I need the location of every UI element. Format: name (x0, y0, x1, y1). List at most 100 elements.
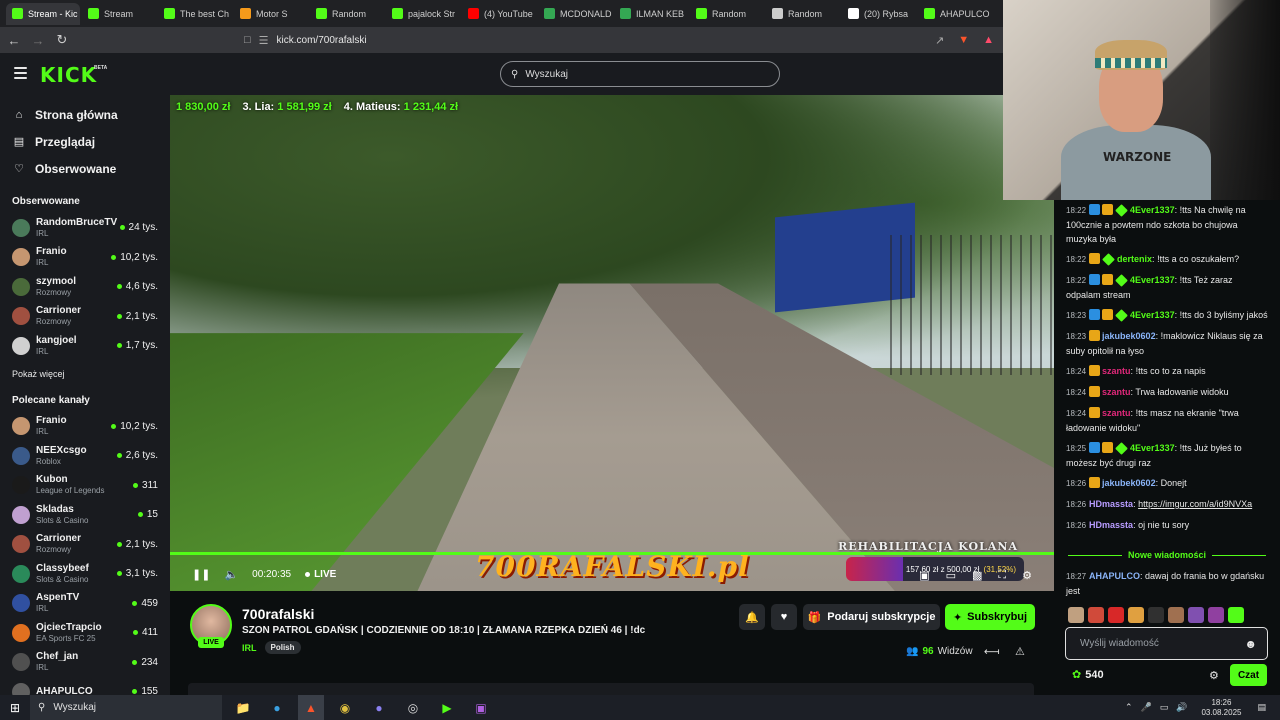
chat-username[interactable]: szantu (1102, 408, 1131, 418)
browser-tab[interactable]: (4) YouTube (462, 3, 536, 25)
tray-expand-icon[interactable]: ⌃ (1125, 702, 1133, 713)
browser-tab[interactable]: (20) Rybsa (842, 3, 916, 25)
crown-badge-icon[interactable] (1102, 309, 1114, 320)
sidebar-channel[interactable]: Franio IRL 10,2 tys. (0, 243, 170, 273)
pause-icon[interactable]: ❚❚ (192, 568, 210, 581)
chat-username[interactable]: 4Ever1337 (1130, 205, 1175, 215)
nav-browse[interactable]: ▤ Przeglądaj (0, 128, 170, 155)
browser-tab[interactable]: Random (310, 3, 384, 25)
site-info-icon[interactable]: ☰ (259, 34, 269, 47)
menu-icon[interactable] (14, 67, 27, 79)
sidebar-channel[interactable]: Kubon League of Legends 311 (0, 471, 170, 501)
microphone-icon[interactable]: 🎤 (1140, 702, 1151, 713)
sidebar-channel[interactable]: NEEXcsgo Roblox 2,6 tys. (0, 441, 170, 471)
gift-subs-button[interactable]: 🎁 Podaruj subskrypcje (803, 604, 940, 630)
edge-icon[interactable]: ● (264, 695, 290, 720)
chat-username[interactable]: szantu (1102, 387, 1131, 397)
show-more-link[interactable]: Pokaż więcej (0, 361, 170, 381)
system-clock[interactable]: 18:26 03.08.2025 (1201, 698, 1241, 718)
chat-username[interactable]: 4Ever1337 (1130, 275, 1175, 285)
notifications-icon[interactable]: ▤ (1257, 702, 1266, 713)
sidebar-channel[interactable]: Carrioner Rozmowy 2,1 tys. (0, 302, 170, 332)
crown-badge-icon[interactable] (1089, 477, 1101, 488)
reload-icon[interactable]: ↻ (52, 30, 72, 50)
chat-username[interactable]: HDmassta (1089, 499, 1133, 509)
back-icon[interactable]: ← (4, 30, 24, 50)
browser-tab[interactable]: MCDONALD (538, 3, 612, 25)
live-progress-bar[interactable] (170, 552, 1054, 555)
streaming-app-icon[interactable]: ▣ (468, 695, 494, 720)
emote-icon[interactable] (1088, 607, 1104, 623)
obs-icon[interactable]: ◎ (400, 695, 426, 720)
network-icon[interactable]: ▭ (1160, 702, 1169, 713)
pip-icon[interactable]: ▩ (972, 569, 982, 582)
chat-settings-icon[interactable]: ⚙ (1209, 669, 1219, 682)
emote-icon[interactable] (1208, 607, 1224, 623)
kick-app-icon[interactable]: ▶ (434, 695, 460, 720)
theater-icon[interactable]: ▭ (946, 569, 956, 582)
emote-icon[interactable] (1168, 607, 1184, 623)
sidebar-channel[interactable]: szymool Rozmowy 4,6 tys. (0, 272, 170, 302)
sidebar-channel[interactable]: AspenTV IRL 459 (0, 589, 170, 619)
chat-username[interactable]: AHAPULCO (1089, 571, 1140, 581)
verified-badge-icon[interactable] (1089, 442, 1101, 453)
subscribe-button[interactable]: ✦ Subskrybuj (945, 604, 1035, 630)
emoji-icon[interactable]: ☻ (1244, 637, 1257, 651)
sidebar-channel[interactable]: AHAPULCO 155 (0, 677, 170, 695)
sidebar-channel[interactable]: kangjoel IRL 1,7 tys. (0, 331, 170, 361)
discord-icon[interactable]: ● (366, 695, 392, 720)
browser-tab[interactable]: The best Ch (158, 3, 232, 25)
file-explorer-icon[interactable]: 📁 (230, 695, 256, 720)
follow-button[interactable]: ♥ (771, 604, 797, 630)
emote-icon[interactable] (1228, 607, 1244, 623)
chat-link[interactable]: https://imgur.com/a/id9NVXa (1138, 499, 1252, 509)
brave-shield-icon[interactable]: ▼ (958, 34, 969, 47)
crown-badge-icon[interactable] (1089, 253, 1101, 264)
emote-icon[interactable] (1108, 607, 1124, 623)
clip-icon[interactable]: ▣ (919, 569, 929, 582)
share-page-icon[interactable]: ↗ (935, 34, 944, 47)
forward-icon[interactable]: → (28, 30, 48, 50)
browser-tab[interactable]: Random (766, 3, 840, 25)
browser-tab[interactable]: Stream (82, 3, 156, 25)
emote-icon[interactable] (1148, 607, 1164, 623)
report-icon[interactable]: ⚠ (1015, 645, 1025, 658)
chat-username[interactable]: szantu (1102, 366, 1131, 376)
volume-icon[interactable]: 🔈 (224, 568, 238, 581)
kick-logo[interactable]: KICK (40, 63, 97, 87)
emote-icon[interactable] (1128, 607, 1144, 623)
chat-send-button[interactable]: Czat (1230, 664, 1267, 686)
chat-username[interactable]: 4Ever1337 (1130, 310, 1175, 320)
chat-username[interactable]: dertenix (1117, 254, 1152, 264)
chat-username[interactable]: jakubek0602 (1102, 331, 1156, 341)
nav-following[interactable]: ♡ Obserwowane (0, 155, 170, 182)
verified-badge-icon[interactable] (1089, 309, 1101, 320)
verified-badge-icon[interactable] (1089, 274, 1101, 285)
stream-category[interactable]: IRL (242, 643, 257, 653)
chrome-icon[interactable]: ◉ (332, 695, 358, 720)
chat-input[interactable]: Wyślij wiadomość ☻ (1065, 627, 1268, 660)
live-indicator[interactable]: LIVE (305, 569, 336, 580)
video-player[interactable]: 1 830,00 zł 3. Lia: 1 581,99 zł 4. Matie… (170, 95, 1054, 591)
crown-badge-icon[interactable] (1102, 442, 1114, 453)
chat-username[interactable]: HDmassta (1089, 520, 1133, 530)
notification-bell-button[interactable]: 🔔 (739, 604, 765, 630)
browser-tab[interactable]: ILMAN KEB (614, 3, 688, 25)
new-messages-divider[interactable]: Nowe wiadomości (1062, 548, 1272, 562)
sidebar-channel[interactable]: Franio IRL 10,2 tys. (0, 412, 170, 442)
crown-badge-icon[interactable] (1089, 386, 1101, 397)
taskbar-search[interactable]: ⚲ Wyszukaj (30, 695, 222, 720)
channel-points[interactable]: ✿ 540 (1072, 668, 1104, 682)
brave-icon[interactable]: ▲ (298, 695, 324, 720)
streamer-name[interactable]: 700rafalski (242, 606, 314, 622)
browser-tab[interactable]: AHAPULCO (918, 3, 992, 25)
brave-rewards-icon[interactable]: ▲ (983, 34, 994, 47)
crown-badge-icon[interactable] (1089, 330, 1101, 341)
chat-username[interactable]: jakubek0602 (1102, 478, 1156, 488)
address-bar[interactable]: □ ☰ kick.com/700rafalski ↗ ▼ ▲ (244, 30, 994, 50)
sub-badge-icon[interactable] (1115, 204, 1128, 217)
sub-badge-icon[interactable] (1115, 309, 1128, 322)
sidebar-channel[interactable]: Classybeef Slots & Casino 3,1 tys. (0, 559, 170, 589)
browser-tab[interactable]: Stream - Kic (6, 2, 80, 25)
sub-badge-icon[interactable] (1102, 253, 1115, 266)
